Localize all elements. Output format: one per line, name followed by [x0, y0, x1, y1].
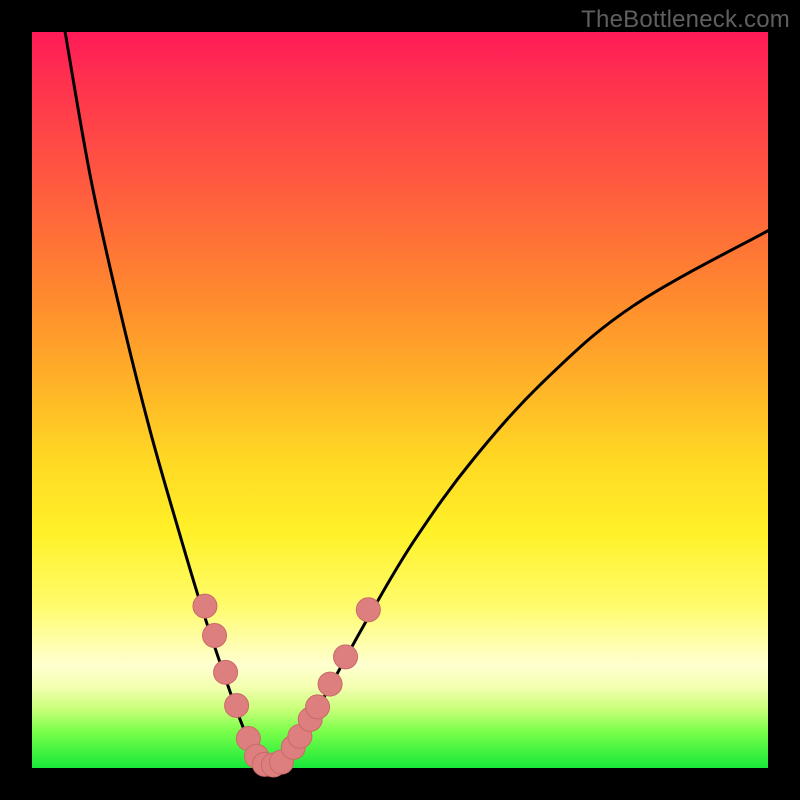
data-marker: [203, 624, 227, 648]
curve-group: [65, 32, 768, 768]
data-marker: [214, 660, 238, 684]
watermark-text: TheBottleneck.com: [581, 6, 790, 34]
data-marker: [306, 695, 330, 719]
curve-right-branch: [268, 231, 768, 768]
data-marker: [225, 693, 249, 717]
chart-frame: TheBottleneck.com: [0, 0, 800, 800]
plot-area: [32, 32, 768, 768]
curve-left-branch: [65, 32, 267, 768]
marker-group: [193, 594, 380, 777]
data-marker: [318, 672, 342, 696]
curve-svg: [32, 32, 768, 768]
data-marker: [193, 594, 217, 618]
data-marker: [356, 598, 380, 622]
data-marker: [334, 645, 358, 669]
